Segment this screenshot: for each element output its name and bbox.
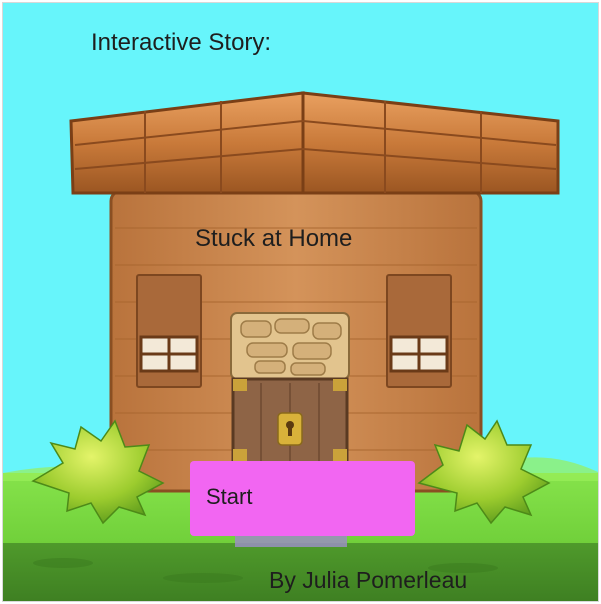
author-byline: By Julia Pomerleau — [269, 567, 468, 593]
story-title: Stuck at Home — [195, 225, 353, 252]
story-heading: Interactive Story: — [91, 29, 272, 56]
left-window — [136, 274, 202, 388]
start-button[interactable]: Start — [190, 461, 415, 536]
game-stage: Interactive Story: Stuck at Home Start B… — [2, 2, 599, 602]
right-window — [386, 274, 452, 388]
start-button-label: Start — [206, 484, 253, 509]
roof — [69, 91, 560, 195]
